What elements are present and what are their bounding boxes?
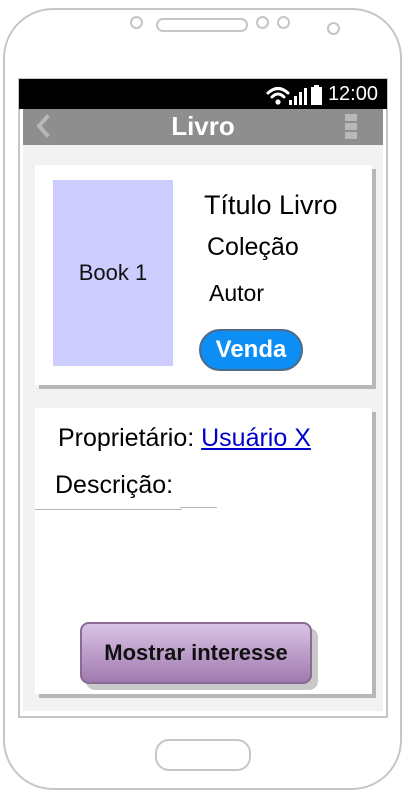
book-cover-image: Book 1 — [53, 180, 173, 366]
book-collection: Coleção — [207, 233, 299, 261]
owner-row: Proprietário: Usuário X — [58, 424, 311, 453]
description-label: Descrição: — [55, 471, 174, 499]
page-title: Livro — [171, 111, 235, 141]
book-title: Título Livro — [204, 190, 338, 220]
battery-icon — [311, 85, 322, 105]
app-bar: Livro — [23, 109, 383, 145]
proximity-sensor — [277, 16, 290, 29]
home-button[interactable] — [155, 739, 251, 771]
overflow-menu-icon[interactable] — [345, 113, 357, 141]
description-divider — [180, 507, 217, 508]
owner-link[interactable]: Usuário X — [201, 424, 311, 452]
signal-icon — [289, 88, 307, 105]
camera-sensor — [130, 16, 143, 29]
front-camera — [256, 16, 269, 29]
book-cover-label: Book 1 — [78, 260, 148, 285]
show-interest-button[interactable]: Mostrar interesse — [80, 622, 312, 684]
status-bar: 12:00 — [19, 79, 387, 109]
description-divider — [35, 509, 182, 510]
wifi-icon — [266, 87, 290, 105]
earpiece-speaker — [156, 18, 248, 32]
owner-label: Proprietário: — [58, 424, 195, 452]
status-time: 12:00 — [327, 83, 378, 105]
sale-badge: Venda — [199, 329, 303, 371]
book-author: Autor — [209, 280, 264, 306]
light-sensor — [327, 22, 340, 35]
